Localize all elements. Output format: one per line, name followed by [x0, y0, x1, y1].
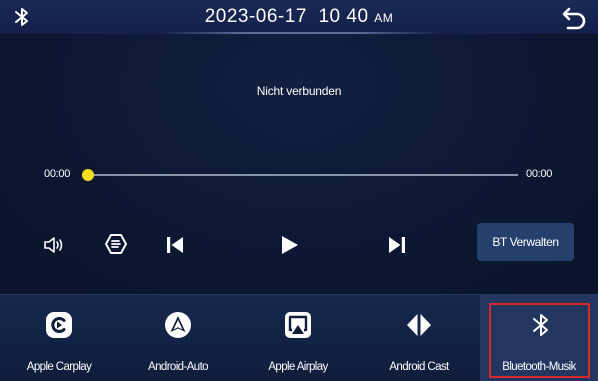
- dock-label: Android Cast: [389, 361, 449, 373]
- equalizer-icon[interactable]: [104, 232, 128, 256]
- volume-icon[interactable]: [42, 234, 66, 256]
- dock-item-apple-carplay[interactable]: Apple Carplay: [0, 295, 118, 381]
- date-text: 2023-06-17: [204, 6, 307, 27]
- dock-label: Android-Auto: [148, 361, 209, 373]
- play-icon[interactable]: [276, 232, 302, 258]
- dock-item-android-cast[interactable]: Android Cast: [358, 295, 480, 381]
- dock-label: Apple Carplay: [26, 361, 92, 373]
- date-time-display: 2023-06-17 10 40 AM: [0, 6, 598, 28]
- dock-item-android-auto[interactable]: Android-Auto: [118, 295, 238, 381]
- bt-manage-button[interactable]: BT Verwalten: [477, 223, 574, 261]
- bluetooth-icon: [527, 311, 555, 339]
- current-time: 00:00: [44, 168, 71, 180]
- player-area: Nicht verbunden 00:00 00:00 BT Verwalten: [0, 34, 598, 294]
- dock-label: Apple Airplay: [268, 361, 328, 373]
- android-auto-icon: [164, 311, 192, 339]
- ampm-text: AM: [374, 11, 394, 25]
- dock-item-apple-airplay[interactable]: Apple Airplay: [238, 295, 358, 381]
- status-bar: 2023-06-17 10 40 AM: [0, 0, 598, 34]
- progress-knob[interactable]: [82, 169, 94, 181]
- time-text: 10 40: [318, 6, 369, 27]
- airplay-icon: [284, 311, 312, 339]
- dock-item-bluetooth-musik[interactable]: Bluetooth-Musik: [480, 295, 598, 381]
- progress-bar[interactable]: [82, 169, 518, 181]
- back-arrow-icon[interactable]: [560, 5, 588, 31]
- source-dock: Apple Carplay Android-Auto Apple Airplay…: [0, 294, 598, 381]
- carplay-icon: [45, 311, 73, 339]
- next-track-icon[interactable]: [385, 233, 409, 257]
- total-time: 00:00: [526, 168, 553, 180]
- connection-status: Nicht verbunden: [256, 84, 342, 98]
- android-cast-icon: [405, 311, 433, 339]
- dock-label: Bluetooth-Musik: [502, 361, 576, 373]
- previous-track-icon[interactable]: [163, 233, 187, 257]
- bluetooth-music-screen: 2023-06-17 10 40 AM Nicht verbunden 00:0…: [0, 0, 598, 381]
